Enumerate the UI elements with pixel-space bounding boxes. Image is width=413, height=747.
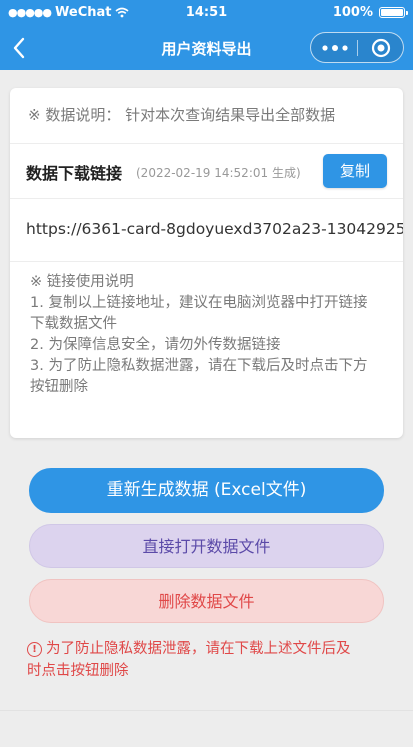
info-icon: ! — [27, 642, 42, 657]
description-row: ※ 数据说明： 针对本次查询结果导出全部数据 — [10, 88, 403, 144]
status-right: 100% — [332, 5, 408, 20]
bottom-divider — [0, 710, 413, 711]
battery-percent: 100% — [332, 5, 373, 20]
link-title: 数据下载链接 — [26, 164, 123, 183]
export-card: ※ 数据说明： 针对本次查询结果导出全部数据 数据下载链接 (2022-02-1… — [10, 88, 403, 438]
capsule-divider — [357, 40, 358, 56]
note-line: 按钮删除 — [30, 379, 88, 395]
note-line: 3. 为了防止隐私数据泄露，请在下载后及时点击下方 — [30, 358, 368, 374]
regenerate-data-button[interactable]: 重新生成数据 (Excel文件) — [29, 468, 384, 513]
copy-button[interactable]: 复制 — [323, 154, 387, 188]
status-bar: ●●●●● WeChat 14:51 100% — [0, 0, 413, 26]
description-text: ※ 数据说明： 针对本次查询结果导出全部数据 — [28, 106, 336, 124]
delete-file-button[interactable]: 删除数据文件 — [29, 579, 384, 623]
warning-line-2: 时点击按钮删除 — [27, 663, 129, 679]
note-line: 下载数据文件 — [30, 316, 117, 332]
url-row: https://6361-card-8gdoyuexd3702a23-13042… — [10, 199, 403, 262]
link-timestamp: (2022-02-19 14:52:01 生成) — [136, 166, 301, 180]
open-file-button[interactable]: 直接打开数据文件 — [29, 524, 384, 568]
more-dots-icon[interactable] — [322, 45, 348, 51]
mini-program-capsule — [310, 32, 404, 63]
usage-notes: ※ 链接使用说明 1. 复制以上链接地址，建议在电脑浏览器中打开链接 下载数据文… — [30, 272, 390, 398]
warning-line-1: 为了防止隐私数据泄露，请在下载上述文件后及 — [46, 641, 351, 657]
battery-icon — [379, 7, 408, 18]
note-line: 2. 为保障信息安全，请勿外传数据链接 — [30, 337, 281, 353]
privacy-warning: ! 为了防止隐私数据泄露，请在下载上述文件后及 时点击按钮删除 — [27, 638, 387, 682]
target-icon[interactable] — [371, 38, 391, 58]
nav-bar: 用户资料导出 — [0, 26, 413, 70]
note-line: 1. 复制以上链接地址，建议在电脑浏览器中打开链接 — [30, 295, 368, 311]
notes-heading: ※ 链接使用说明 — [30, 274, 134, 290]
link-header-row: 数据下载链接 (2022-02-19 14:52:01 生成) 复制 — [10, 144, 403, 199]
download-url[interactable]: https://6361-card-8gdoyuexd3702a23-13042… — [26, 220, 403, 238]
